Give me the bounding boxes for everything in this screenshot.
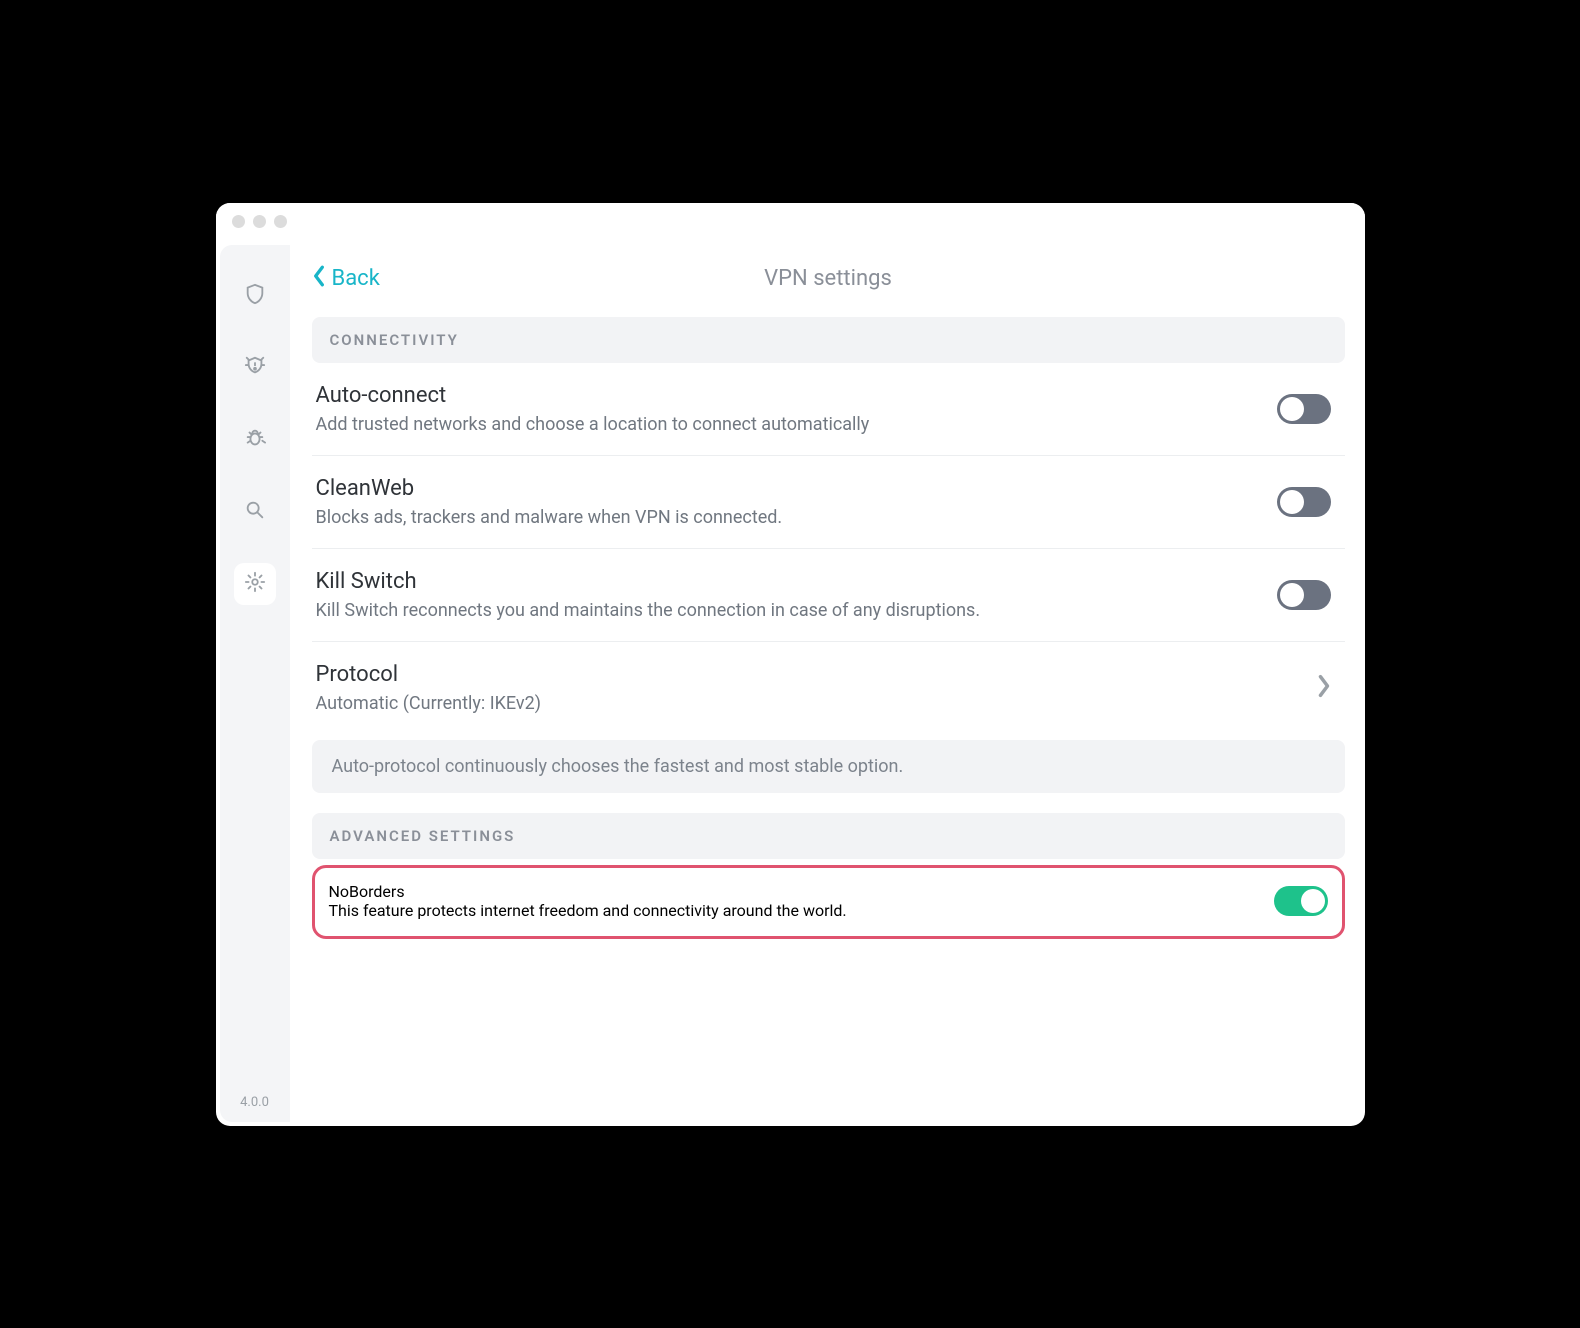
gear-icon (244, 571, 266, 597)
traffic-light-close[interactable] (232, 215, 245, 228)
version-label: 4.0.0 (240, 1095, 269, 1110)
sidebar-item-antivirus[interactable] (234, 419, 276, 461)
section-header-advanced: ADVANCED SETTINGS (312, 813, 1345, 859)
sidebar-item-alert[interactable] (234, 347, 276, 389)
cleanweb-title: CleanWeb (316, 476, 1277, 501)
bug-icon (244, 427, 266, 453)
page-title: VPN settings (312, 266, 1345, 291)
protocol-desc: Automatic (Currently: IKEv2) (316, 693, 1317, 714)
app-window: 4.0.0 Back VPN settings CONNECTIVITY Aut… (216, 203, 1365, 1126)
main-panel: Back VPN settings CONNECTIVITY Auto-conn… (290, 241, 1365, 1126)
cleanweb-toggle[interactable] (1277, 487, 1331, 517)
content: 4.0.0 Back VPN settings CONNECTIVITY Aut… (216, 241, 1365, 1126)
row-cleanweb[interactable]: CleanWeb Blocks ads, trackers and malwar… (312, 456, 1345, 549)
row-killswitch[interactable]: Kill Switch Kill Switch reconnects you a… (312, 549, 1345, 642)
section-header-connectivity: CONNECTIVITY (312, 317, 1345, 363)
cleanweb-desc: Blocks ads, trackers and malware when VP… (316, 507, 1277, 528)
titlebar (216, 203, 1365, 241)
protocol-note: Auto-protocol continuously chooses the f… (312, 740, 1345, 793)
sidebar-item-search[interactable] (234, 491, 276, 533)
noborders-title: NoBorders (329, 882, 1274, 901)
back-label: Back (332, 266, 380, 291)
auto-connect-toggle[interactable] (1277, 394, 1331, 424)
row-protocol[interactable]: Protocol Automatic (Currently: IKEv2) (312, 642, 1345, 734)
traffic-light-zoom[interactable] (274, 215, 287, 228)
traffic-light-minimize[interactable] (253, 215, 266, 228)
sidebar-item-settings[interactable] (234, 563, 276, 605)
noborders-toggle[interactable] (1274, 886, 1328, 916)
auto-connect-desc: Add trusted networks and choose a locati… (316, 414, 1277, 435)
sidebar-item-vpn[interactable] (234, 275, 276, 317)
shield-icon (244, 283, 266, 309)
auto-connect-title: Auto-connect (316, 383, 1277, 408)
chevron-left-icon (312, 265, 326, 293)
back-button[interactable]: Back (312, 265, 380, 293)
alert-icon (244, 355, 266, 381)
search-icon (244, 499, 266, 525)
killswitch-title: Kill Switch (316, 569, 1277, 594)
row-noborders[interactable]: NoBorders This feature protects internet… (312, 865, 1345, 939)
sidebar: 4.0.0 (220, 245, 290, 1122)
row-auto-connect[interactable]: Auto-connect Add trusted networks and ch… (312, 363, 1345, 456)
chevron-right-icon (1317, 674, 1331, 702)
noborders-desc: This feature protects internet freedom a… (329, 901, 1274, 920)
page-header: Back VPN settings (312, 259, 1345, 299)
killswitch-toggle[interactable] (1277, 580, 1331, 610)
killswitch-desc: Kill Switch reconnects you and maintains… (316, 600, 1277, 621)
protocol-title: Protocol (316, 662, 1317, 687)
